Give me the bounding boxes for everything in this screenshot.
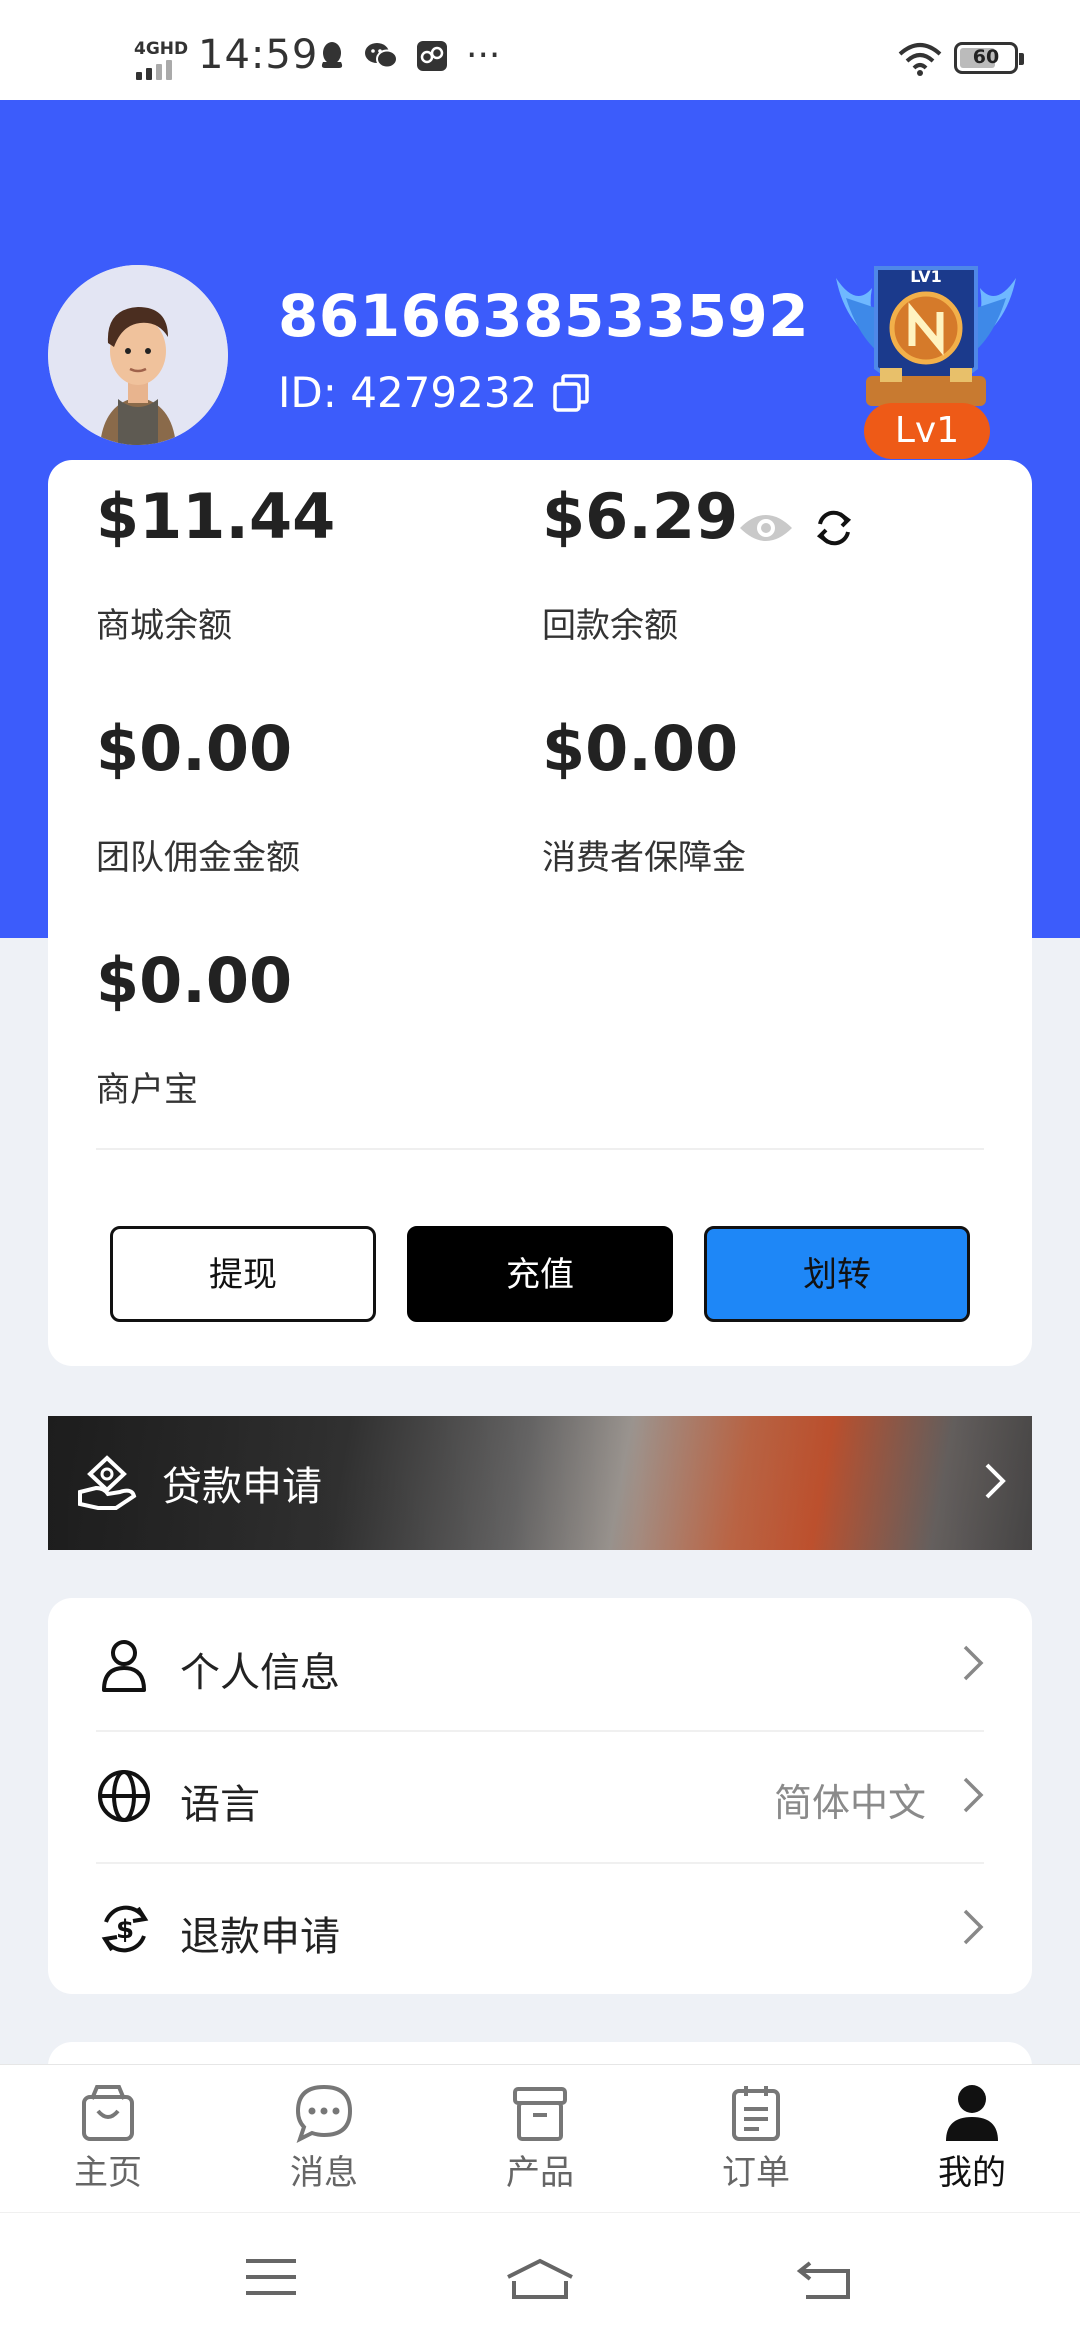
recharge-button[interactable]: 充值 <box>407 1226 673 1322</box>
balance-card: $11.44 商城余额 $6.29 回款余额 $0.00 团队佣金金额 $0.0… <box>48 460 1032 1366</box>
signal-icon <box>136 60 172 80</box>
tab-products[interactable]: 产品 <box>470 2083 610 2194</box>
team-commission-amount: $0.00 <box>96 712 293 785</box>
merchant-amount: $0.00 <box>96 944 293 1017</box>
tab-orders-label: 订单 <box>722 2153 790 2193</box>
settings-menu: 个人信息 语言 简体中文 $ 退款申请 <box>48 1598 1032 1994</box>
tab-mine-label: 我的 <box>938 2153 1006 2193</box>
menu-item-refund-request[interactable]: $ 退款申请 <box>48 1862 1032 1994</box>
menu-item-personal-info[interactable]: 个人信息 <box>48 1598 1032 1730</box>
eye-icon[interactable] <box>738 510 794 546</box>
chevron-right-icon <box>963 1909 984 1945</box>
status-bar: 4GHD 14:59 ··· 60 <box>0 0 1080 100</box>
tab-messages[interactable]: 消息 <box>254 2083 394 2194</box>
avatar[interactable] <box>48 265 228 445</box>
avatar-illustration <box>48 265 228 445</box>
tab-orders[interactable]: 订单 <box>686 2083 826 2194</box>
clock: 14:59 <box>198 32 319 78</box>
mall-balance-amount: $11.44 <box>96 480 336 553</box>
language-value: 简体中文 <box>773 1781 926 1825</box>
personal-info-label: 个人信息 <box>180 1650 340 1696</box>
more-notifications: ··· <box>466 35 501 76</box>
wechat-icon <box>365 43 398 69</box>
back-icon[interactable] <box>796 2257 854 2301</box>
archive-icon <box>513 2087 567 2141</box>
level-label: Lv1 <box>864 403 990 459</box>
merchant-label: 商户宝 <box>96 1070 198 1110</box>
user-id-row: ID: 4279232 <box>278 368 591 417</box>
bag-icon <box>82 2085 134 2141</box>
battery-icon: 60 <box>954 42 1024 74</box>
language-label: 语言 <box>180 1782 260 1828</box>
menu-icon[interactable] <box>244 2257 298 2297</box>
user-phone: 8616638533592 <box>278 282 810 350</box>
menu-item-language[interactable]: 语言 简体中文 <box>48 1730 1032 1862</box>
tab-mine[interactable]: 我的 <box>902 2083 1042 2194</box>
refund-request-label: 退款申请 <box>180 1914 340 1960</box>
loan-hand-icon <box>78 1455 137 1510</box>
badge-level-text: LV1 <box>910 267 942 286</box>
tab-messages-label: 消息 <box>290 2153 358 2193</box>
refresh-icon[interactable] <box>810 504 858 552</box>
game-icon <box>417 41 447 71</box>
chevron-right-icon <box>963 1645 984 1681</box>
wifi-icon <box>898 43 942 76</box>
copy-icon[interactable] <box>551 372 591 414</box>
battery-level: 60 <box>972 46 1000 68</box>
guarantee-label: 消费者保障金 <box>542 838 746 878</box>
user-icon <box>946 2085 998 2141</box>
refund-balance-label: 回款余额 <box>542 606 678 646</box>
loan-application-banner[interactable]: 贷款申请 <box>48 1416 1032 1550</box>
user-id: ID: 4279232 <box>278 368 538 417</box>
home-icon[interactable] <box>504 2257 576 2301</box>
qq-icon <box>321 42 343 68</box>
chat-icon <box>295 2084 353 2143</box>
tab-products-label: 产品 <box>506 2153 574 2193</box>
refund-balance-amount: $6.29 <box>542 480 739 553</box>
transfer-button[interactable]: 划转 <box>704 1226 970 1322</box>
refund-dollar-icon: $ <box>101 1905 149 1953</box>
network-type: 4GHD <box>134 39 189 59</box>
team-commission-label: 团队佣金金额 <box>96 838 300 878</box>
mall-balance-label: 商城余额 <box>96 606 232 646</box>
chevron-right-icon <box>985 1463 1006 1499</box>
notification-icons: ··· <box>318 35 501 76</box>
clipboard-icon <box>732 2086 780 2141</box>
guarantee-amount: $0.00 <box>542 712 739 785</box>
bottom-tab-bar: 主页 消息 产品 订单 我的 <box>0 2064 1080 2212</box>
person-icon <box>102 1640 146 1692</box>
globe-icon <box>98 1770 150 1822</box>
chevron-right-icon <box>963 1777 984 1813</box>
system-navigation-bar <box>0 2212 1080 2340</box>
tab-home-label: 主页 <box>74 2153 142 2193</box>
loan-application-label: 贷款申请 <box>162 1464 322 1510</box>
svg-text:$: $ <box>116 1915 134 1945</box>
tab-home[interactable]: 主页 <box>38 2083 178 2194</box>
card-divider <box>96 1148 984 1150</box>
withdraw-button[interactable]: 提现 <box>110 1226 376 1322</box>
